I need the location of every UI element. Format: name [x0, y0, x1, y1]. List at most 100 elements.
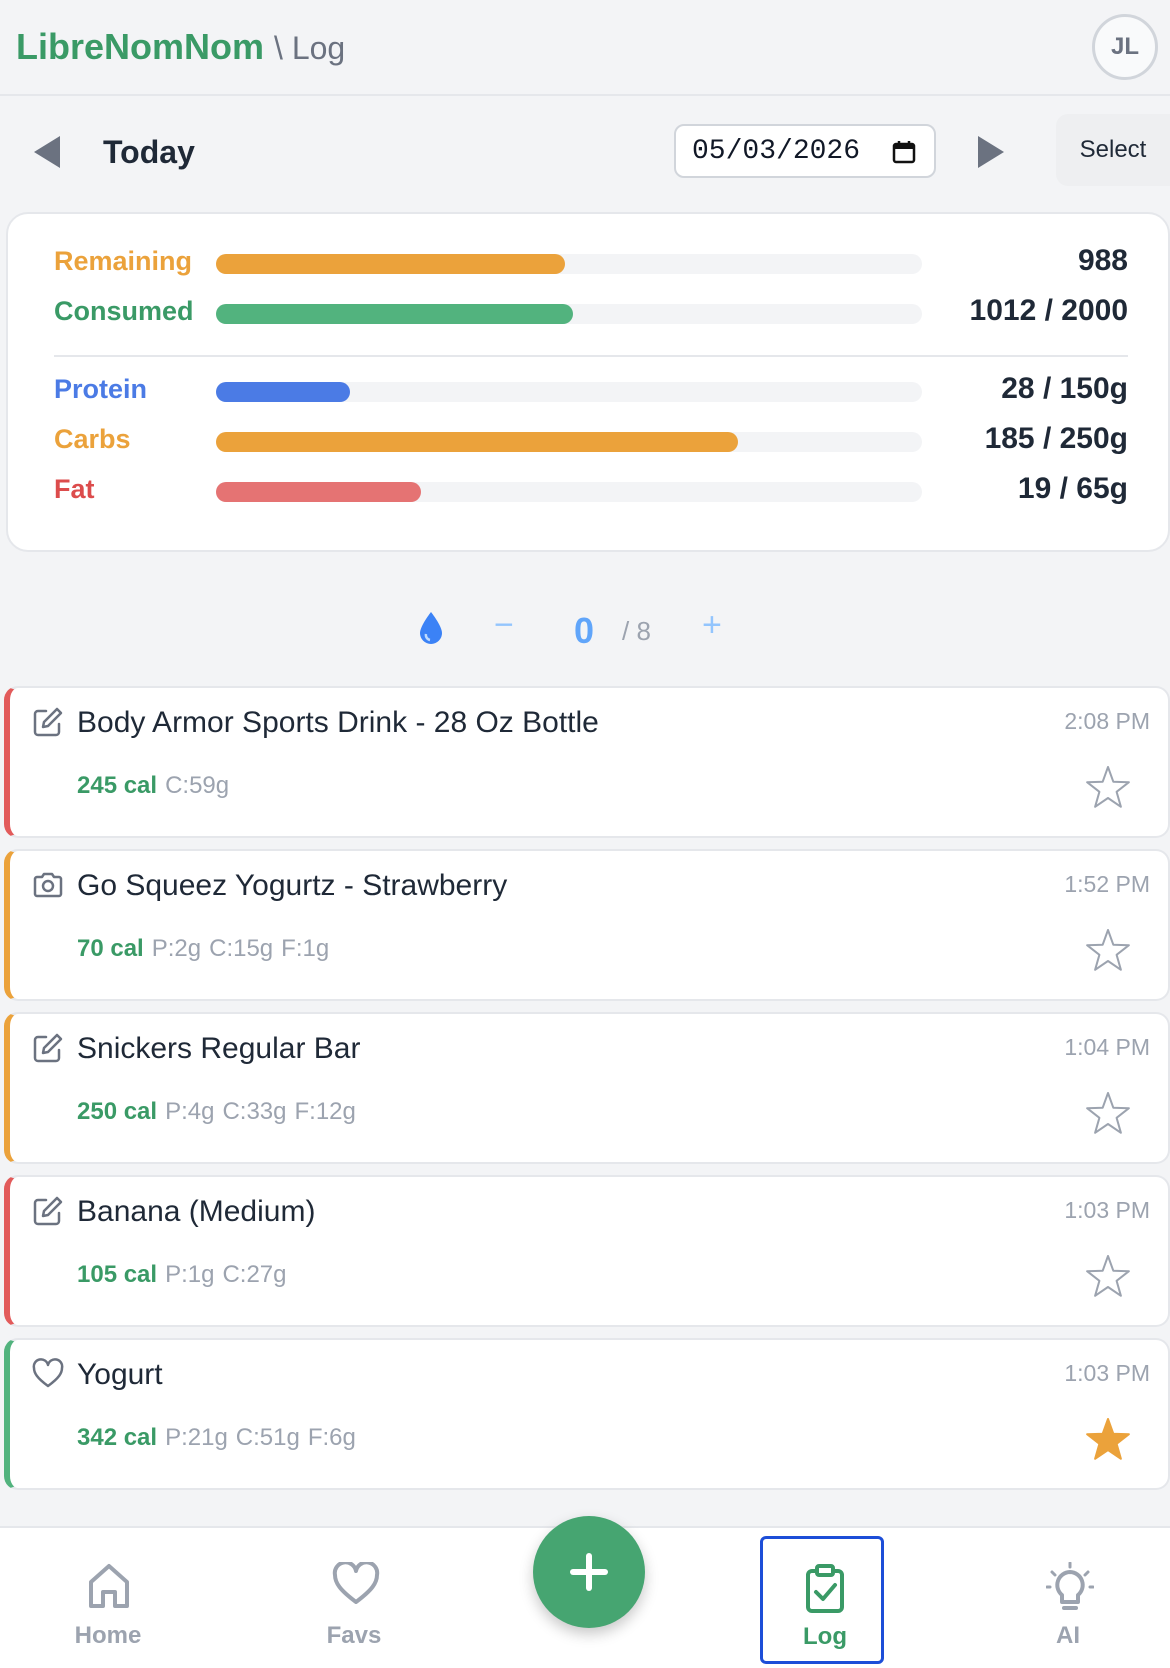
nav-ai[interactable]: AI [1006, 1528, 1130, 1656]
entry-time: 1:03 PM [1064, 1360, 1150, 1386]
entry-macros: 250 cal P:4g C:33g F:12g [77, 1098, 364, 1126]
carbs-bar [216, 432, 922, 452]
date-bar: Today 05/03/2026 Select [0, 112, 1170, 192]
fat-row: Fat 19 / 65g [54, 470, 1128, 510]
log-entry[interactable]: Body Armor Sports Drink - 28 Oz Bottle 2:… [4, 686, 1170, 838]
nav-favs[interactable]: Favs [292, 1528, 416, 1656]
star-icon[interactable] [1084, 1253, 1132, 1301]
home-icon [89, 1564, 129, 1608]
consumed-value: 1012 / 2000 [969, 294, 1128, 327]
edit-icon[interactable] [32, 1032, 64, 1064]
entry-macro: C:51g [235, 1424, 300, 1451]
day-label: Today [103, 134, 195, 170]
consumed-row: Consumed 1012 / 2000 [54, 292, 1128, 332]
entry-macro: C:27g [222, 1261, 287, 1288]
entry-calories: 342 cal [77, 1424, 158, 1451]
log-entry[interactable]: Banana (Medium) 1:03 PM 105 cal P:1g C:27g [4, 1175, 1170, 1327]
edit-icon[interactable] [32, 1195, 64, 1227]
fat-value: 19 / 65g [1017, 472, 1128, 505]
star-filled-icon[interactable] [1084, 1416, 1132, 1464]
log-entry[interactable]: Go Squeez Yogurtz - Strawberry 1:52 PM 70 … [4, 849, 1170, 1001]
date-input[interactable]: 05/03/2026 [674, 124, 936, 178]
star-icon[interactable] [1084, 927, 1132, 975]
entry-calories: 245 cal [77, 772, 158, 799]
avatar[interactable]: JL [1092, 14, 1158, 80]
entry-macro: C:59g [165, 772, 230, 799]
add-food-button[interactable] [533, 1516, 645, 1628]
brand-title[interactable]: LibreNomNom \ Log [16, 26, 345, 68]
nutrition-summary-card: Remaining 988 Consumed 1012 / 2000 Prote… [6, 212, 1170, 552]
summary-divider [54, 355, 1128, 357]
entry-time: 1:03 PM [1064, 1197, 1150, 1223]
protein-bar-fill [216, 382, 351, 402]
star-icon[interactable] [1084, 1090, 1132, 1138]
app-header: LibreNomNom \ Log JL [0, 0, 1170, 96]
remaining-value: 988 [1077, 244, 1128, 277]
entry-macro: C:33g [222, 1098, 287, 1125]
edit-icon[interactable] [32, 706, 64, 738]
entry-name: Snickers Regular Bar [77, 1032, 361, 1065]
water-tracker: − 0 / 8 + [0, 600, 1170, 660]
entry-macros: 105 cal P:1g C:27g [77, 1261, 295, 1289]
entry-calories: 250 cal [77, 1098, 158, 1125]
nav-ai-label: AI [1056, 1622, 1080, 1649]
entry-macro: P:2g [151, 935, 202, 962]
entry-name: Body Armor Sports Drink - 28 Oz Bottle [77, 706, 599, 739]
nav-favs-label: Favs [326, 1622, 382, 1649]
nav-home-label: Home [74, 1622, 142, 1649]
carbs-label: Carbs [54, 424, 131, 454]
heart-icon[interactable] [32, 1358, 64, 1390]
entry-macro: P:21g [165, 1424, 228, 1451]
star-icon[interactable] [1084, 764, 1132, 812]
water-count: 0 [574, 610, 595, 651]
protein-value: 28 / 150g [1001, 372, 1128, 405]
nav-log[interactable]: Log [760, 1536, 884, 1664]
entry-macro: F:6g [307, 1424, 356, 1451]
consumed-label: Consumed [54, 296, 194, 326]
lightbulb-icon [1046, 1562, 1094, 1610]
clipboard-check-icon [806, 1564, 844, 1613]
protein-row: Protein 28 / 150g [54, 370, 1128, 410]
log-entry[interactable]: Snickers Regular Bar 1:04 PM 250 cal P:4g C:… [4, 1012, 1170, 1164]
water-decrement-button[interactable]: − [494, 606, 514, 645]
previous-day-button[interactable] [32, 132, 62, 172]
entry-macros: 342 cal P:21g C:51g F:6g [77, 1424, 364, 1452]
fat-bar [216, 482, 922, 502]
entry-calories: 70 cal [77, 935, 144, 962]
water-goal: / 8 [622, 616, 651, 646]
next-day-button[interactable] [976, 132, 1006, 172]
water-increment-button[interactable]: + [702, 606, 722, 645]
plus-icon [570, 1553, 608, 1591]
remaining-bar-fill [216, 254, 565, 274]
entry-time: 2:08 PM [1064, 708, 1150, 734]
entry-macro: P:1g [165, 1261, 215, 1288]
entry-macro: F:1g [281, 935, 330, 962]
entry-macro: F:12g [294, 1098, 356, 1125]
entry-macros: 70 cal P:2g C:15g F:1g [77, 935, 337, 963]
camera-icon[interactable] [32, 869, 64, 901]
calendar-icon[interactable] [892, 140, 916, 164]
entry-macro: P:4g [165, 1098, 215, 1125]
brand-name: LibreNomNom [16, 26, 265, 67]
protein-label: Protein [54, 374, 148, 404]
carbs-value: 185 / 250g [984, 422, 1128, 455]
entry-macro: C:15g [209, 935, 274, 962]
date-value: 05/03/2026 [692, 135, 861, 167]
fat-bar-fill [216, 482, 421, 502]
protein-bar [216, 382, 922, 402]
remaining-label: Remaining [54, 246, 193, 276]
entry-time: 1:52 PM [1064, 871, 1150, 897]
breadcrumb: \ Log [274, 30, 346, 66]
entry-name: Yogurt [77, 1358, 163, 1391]
nav-log-label: Log [803, 1623, 847, 1650]
nav-home[interactable]: Home [46, 1528, 170, 1656]
select-button[interactable]: Select [1056, 114, 1170, 186]
heart-icon [332, 1562, 380, 1604]
log-entry[interactable]: Yogurt 1:03 PM 342 cal P:21g C:51g F:6g [4, 1338, 1170, 1490]
remaining-row: Remaining 988 [54, 242, 1128, 282]
entry-name: Go Squeez Yogurtz - Strawberry [77, 869, 508, 902]
entry-macros: 245 cal C:59g [77, 772, 237, 800]
entry-name: Banana (Medium) [77, 1195, 316, 1228]
carbs-row: Carbs 185 / 250g [54, 420, 1128, 460]
remaining-bar [216, 254, 922, 274]
